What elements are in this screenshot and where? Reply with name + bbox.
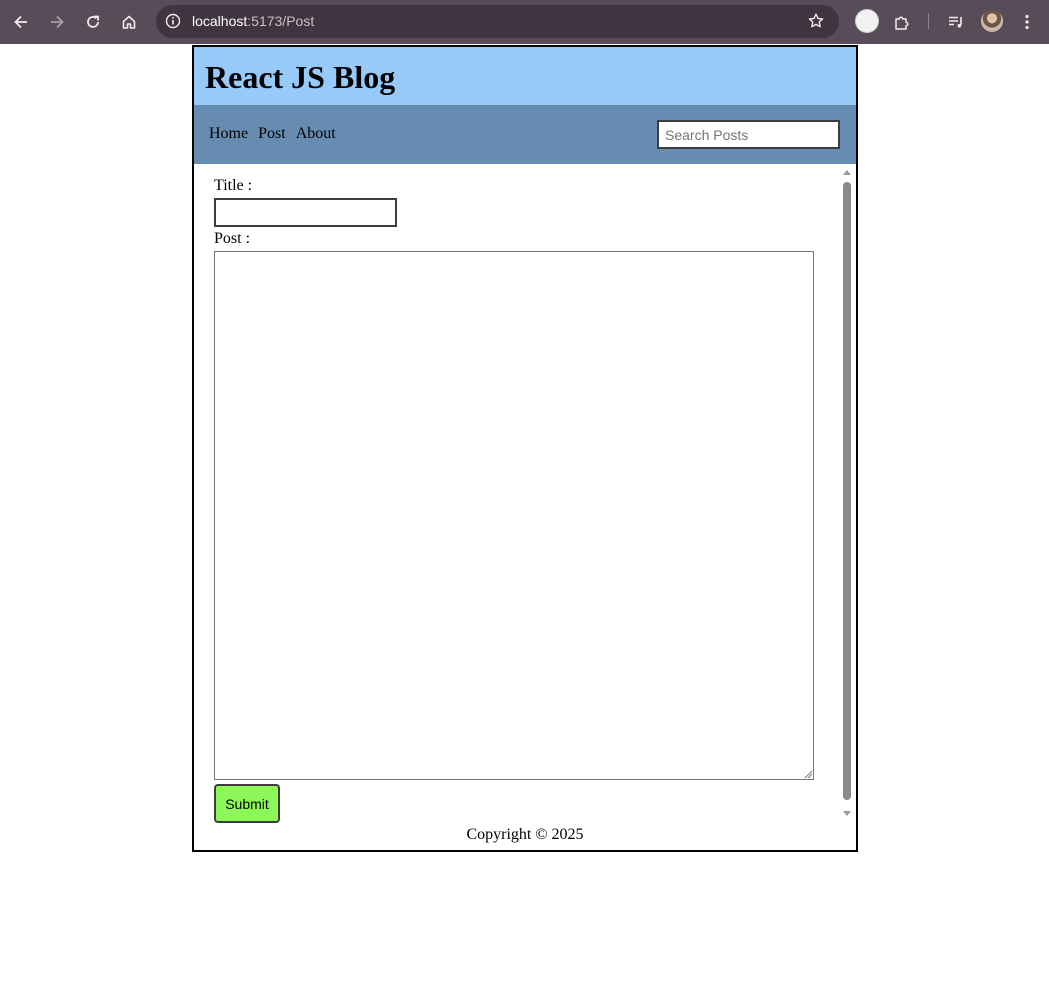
toolbar-separator xyxy=(928,13,929,29)
address-bar[interactable]: localhost:5173/Post xyxy=(156,5,839,38)
blog-app: React JS Blog Home Post About Title : Po… xyxy=(192,45,858,852)
extensions-button[interactable] xyxy=(886,6,918,38)
post-body-textarea[interactable] xyxy=(214,251,814,780)
resize-grip-icon[interactable] xyxy=(803,769,813,779)
user-avatar[interactable] xyxy=(981,10,1003,32)
nav-links: Home Post About xyxy=(209,125,336,143)
url-path: :5173/Post xyxy=(247,13,315,29)
url-text[interactable]: localhost:5173/Post xyxy=(192,13,314,29)
arrow-left-icon xyxy=(14,15,27,29)
search-input[interactable] xyxy=(657,120,840,149)
media-controls-button[interactable] xyxy=(940,6,972,38)
browser-toolbar: localhost:5173/Post xyxy=(0,0,1049,44)
submit-button[interactable]: Submit xyxy=(214,784,280,823)
scroll-up-arrow-icon[interactable] xyxy=(843,169,851,175)
scrollbar[interactable] xyxy=(839,164,855,824)
home-icon xyxy=(122,15,136,29)
info-icon[interactable] xyxy=(165,13,181,29)
playlist-music-icon xyxy=(949,16,962,28)
home-button[interactable] xyxy=(113,6,145,38)
forward-button[interactable] xyxy=(41,6,73,38)
back-button[interactable] xyxy=(5,6,37,38)
page-title: React JS Blog xyxy=(205,59,396,95)
nav-link-home[interactable]: Home xyxy=(209,125,248,143)
profile-icon[interactable] xyxy=(855,9,879,33)
bookmark-star-icon[interactable] xyxy=(807,12,825,30)
reload-button[interactable] xyxy=(77,6,109,38)
reload-icon xyxy=(87,15,99,28)
new-post-form: Title : Post : Submit Copyright © 2025 xyxy=(194,164,856,850)
post-label: Post : xyxy=(214,230,251,247)
more-vertical-icon xyxy=(1025,14,1029,30)
nav-link-post[interactable]: Post xyxy=(258,125,286,143)
nav-bar: Home Post About xyxy=(194,105,856,164)
puzzle-icon xyxy=(895,16,909,30)
arrow-right-icon xyxy=(51,15,64,29)
footer-copyright: Copyright © 2025 xyxy=(466,826,584,843)
url-host: localhost xyxy=(192,13,248,29)
title-input[interactable] xyxy=(214,198,397,227)
menu-button[interactable] xyxy=(1011,6,1043,38)
scroll-down-arrow-icon[interactable] xyxy=(843,811,851,817)
title-label: Title : xyxy=(214,177,253,194)
app-header: React JS Blog xyxy=(194,47,856,105)
nav-link-about[interactable]: About xyxy=(296,125,336,143)
scrollbar-thumb[interactable] xyxy=(843,182,851,800)
